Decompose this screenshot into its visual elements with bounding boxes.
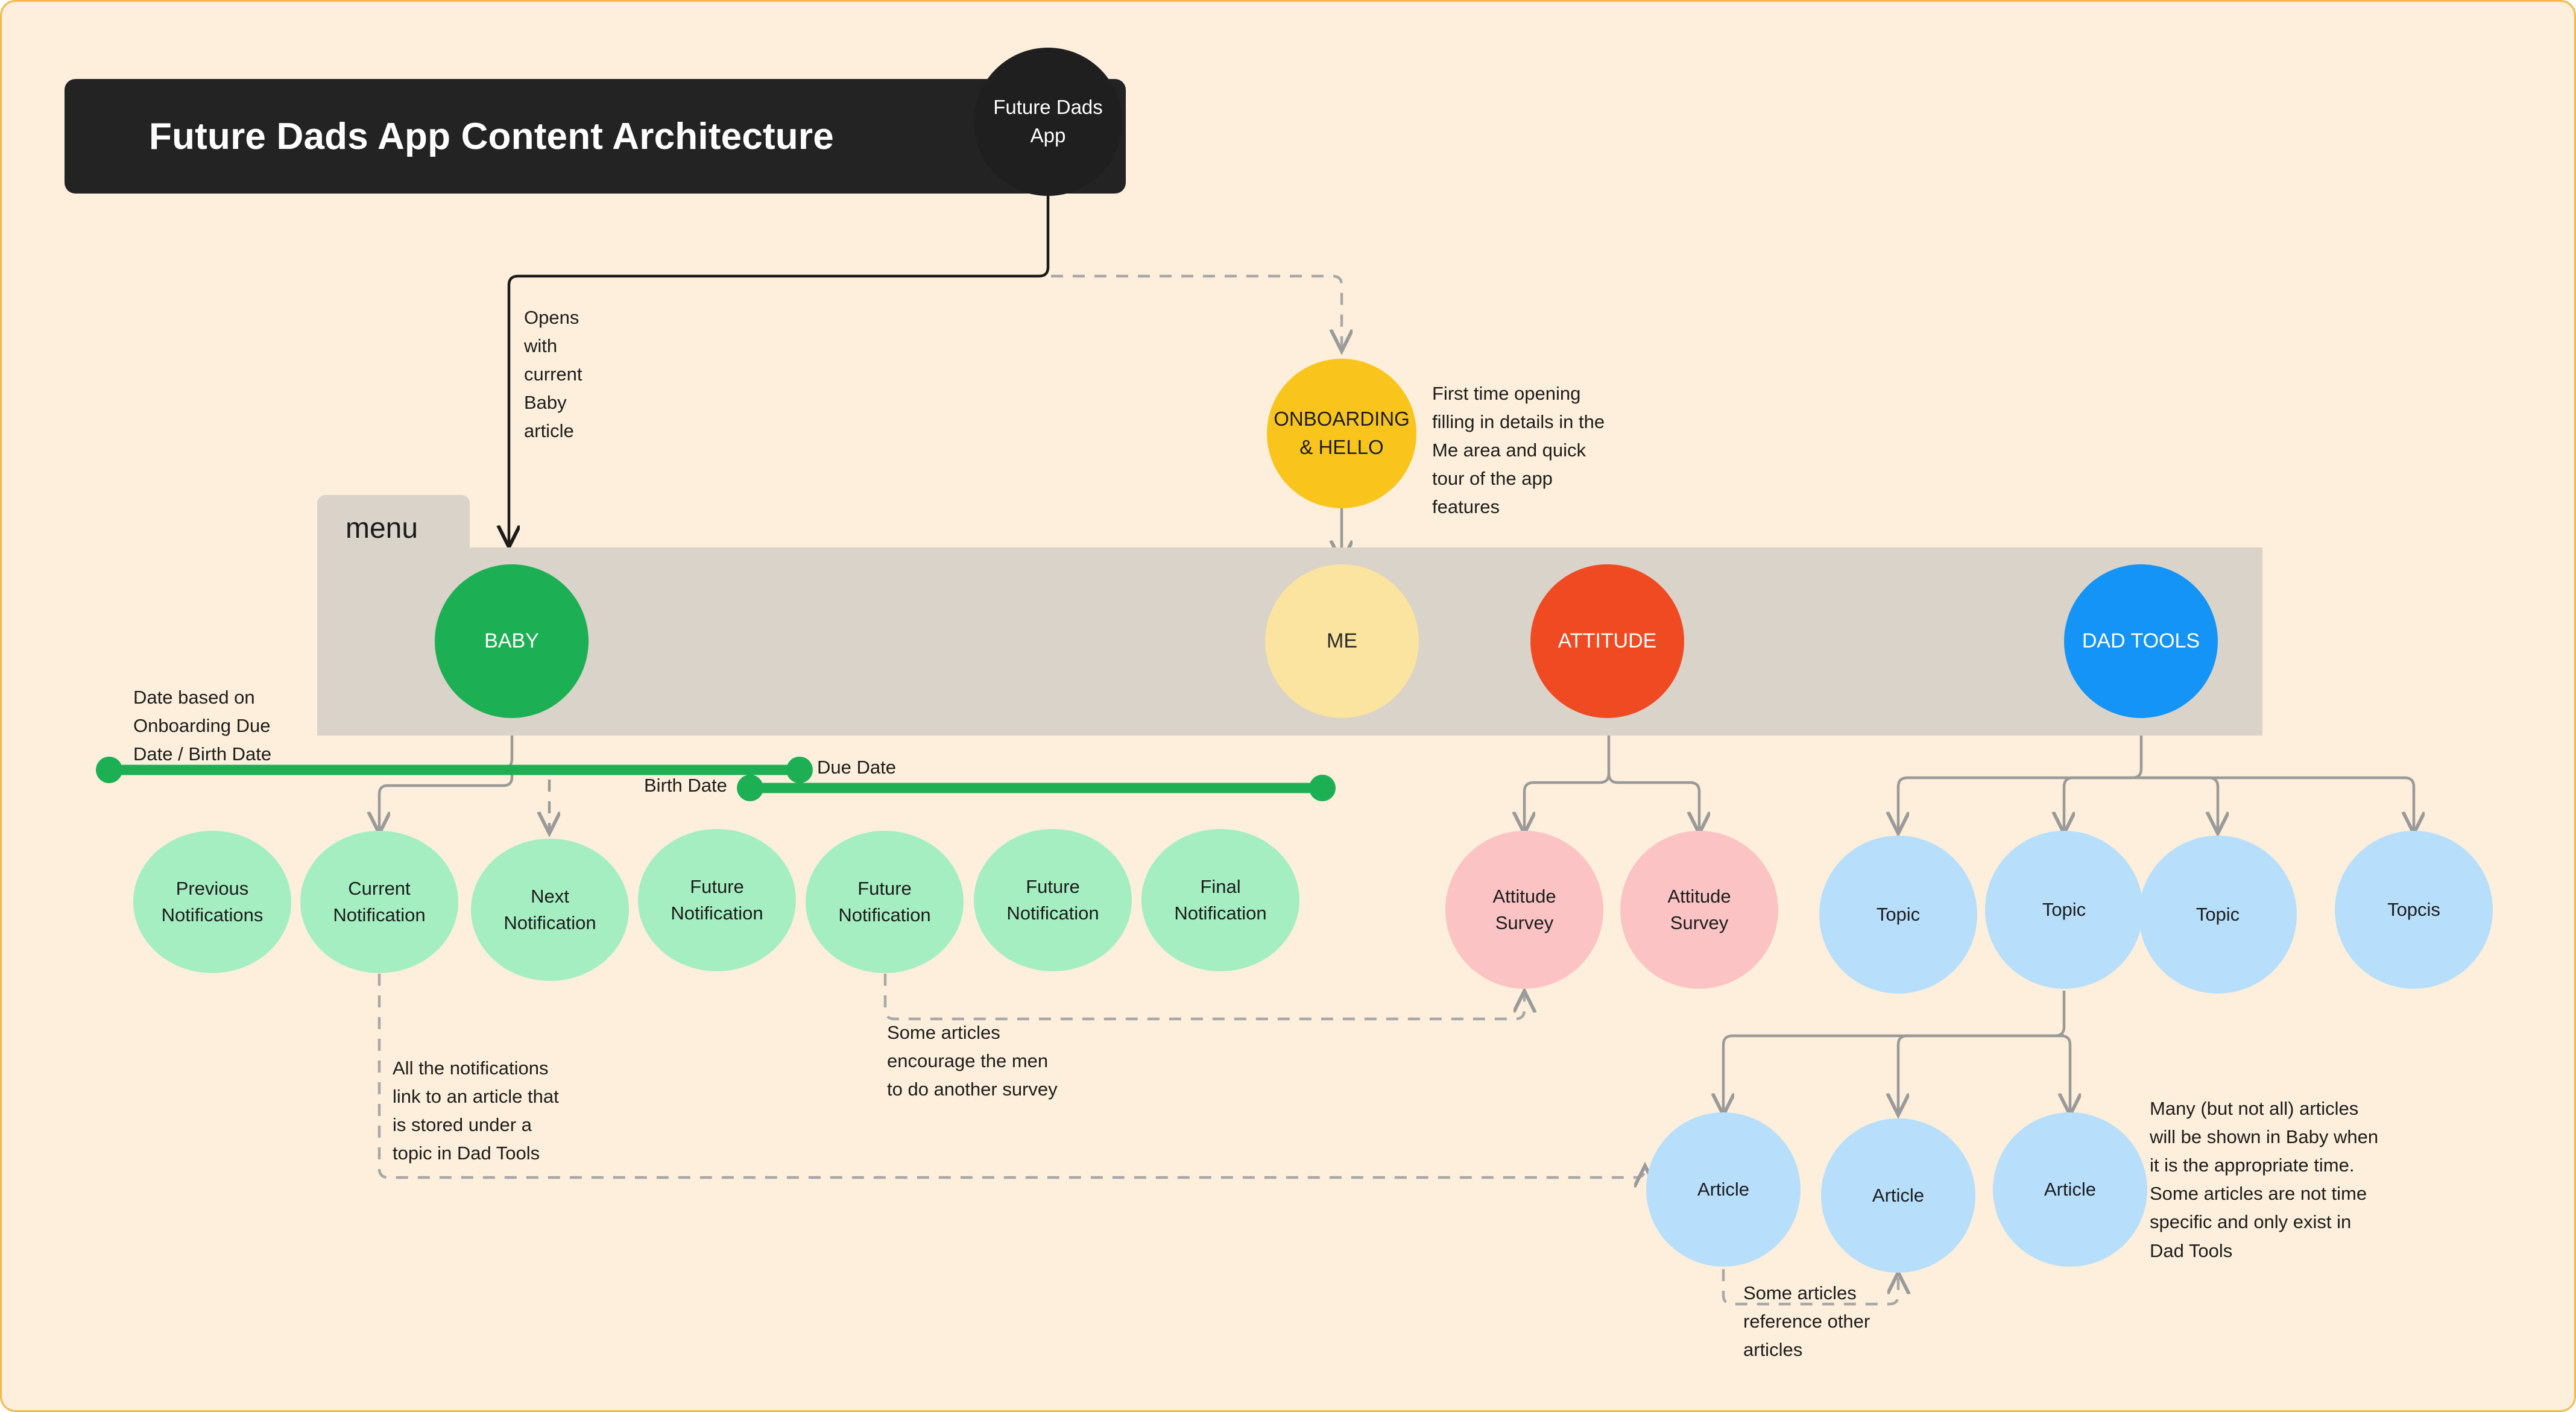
node-topic[interactable]: Topic (1819, 836, 1977, 994)
node-future-dads-app[interactable]: Future Dads App (974, 48, 1122, 196)
timeline-birth-date-label: Birth Date (644, 775, 727, 796)
node-label: ME (1327, 629, 1357, 653)
note-notifications-link: All the notifications link to an article… (393, 1057, 559, 1164)
note-many-articles: Many (but not all) articles will be show… (2150, 1098, 2379, 1261)
menu-tab-label: menu (346, 512, 418, 544)
node-notification[interactable]: Previous Notifications (133, 831, 291, 973)
note-reference-other-articles: Some articles reference other articles (1743, 1282, 1870, 1361)
node-label: Future Notification (1006, 875, 1099, 924)
node-notification[interactable]: Future Notification (638, 829, 796, 971)
node-label: Previous Notifications (161, 877, 264, 925)
node-label: Next Notification (504, 885, 596, 933)
node-label: Future Dads App (993, 96, 1103, 147)
node-topic[interactable]: Topic (2139, 836, 2297, 994)
node-label: BABY (484, 629, 539, 653)
node-notification[interactable]: Next Notification (471, 839, 629, 981)
node-article[interactable]: Article (1821, 1118, 1975, 1273)
node-label: Article (2044, 1178, 2097, 1200)
diagram-canvas: Future Dads App Content Architecture Fut… (0, 0, 2576, 1412)
node-baby[interactable]: BABY (435, 564, 589, 718)
node-label: Topcis (2387, 898, 2440, 920)
note-date-based-on: Date based on Onboarding Due Date / Birt… (133, 687, 272, 765)
timeline-due-date-label: Due Date (817, 757, 896, 778)
node-label: Topic (2196, 903, 2240, 925)
node-label: Attitude Survey (1667, 885, 1731, 933)
node-label: Topic (2042, 898, 2086, 920)
node-onboarding-hello[interactable]: ONBOARDING & HELLO (1267, 359, 1416, 508)
node-topic[interactable]: Topic (1985, 831, 2143, 989)
node-notification[interactable]: Future Notification (806, 831, 964, 973)
node-label: Future Notification (671, 875, 763, 924)
node-label: ATTITUDE (1558, 629, 1657, 653)
node-topic[interactable]: Topcis (2335, 831, 2493, 989)
note-onboarding: First time opening filling in details in… (1432, 383, 1605, 518)
node-me[interactable]: ME (1265, 564, 1419, 718)
node-attitude-survey[interactable]: Attitude Survey (1620, 831, 1778, 989)
node-label: Attitude Survey (1492, 885, 1556, 933)
node-notification[interactable]: Current Notification (300, 831, 458, 973)
note-encourage-survey: Some articles encourage the men to do an… (887, 1022, 1058, 1100)
node-dad-tools[interactable]: DAD TOOLS (2064, 564, 2218, 718)
node-label: Article (1872, 1184, 1925, 1206)
node-label: Future Notification (838, 877, 931, 925)
node-article[interactable]: Article (1993, 1112, 2147, 1267)
node-label: Final Notification (1174, 875, 1267, 924)
node-notification[interactable]: Future Notification (974, 829, 1132, 971)
note-opens-with-current-baby-article: Opens with current Baby article (524, 307, 582, 442)
node-notification[interactable]: Final Notification (1141, 829, 1299, 971)
menu-tab[interactable]: menu (317, 495, 470, 561)
node-article[interactable]: Article (1646, 1112, 1801, 1267)
node-attitude-survey[interactable]: Attitude Survey (1445, 831, 1603, 989)
node-attitude[interactable]: ATTITUDE (1530, 564, 1684, 718)
node-label: Current Notification (333, 877, 426, 925)
page-title: Future Dads App Content Architecture (149, 115, 834, 157)
node-label: DAD TOOLS (2082, 629, 2200, 653)
node-label: ONBOARDING & HELLO (1274, 408, 1410, 458)
node-label: Article (1697, 1178, 1750, 1200)
title-bar: Future Dads App Content Architecture (65, 79, 1126, 194)
node-label: Topic (1876, 903, 1921, 925)
